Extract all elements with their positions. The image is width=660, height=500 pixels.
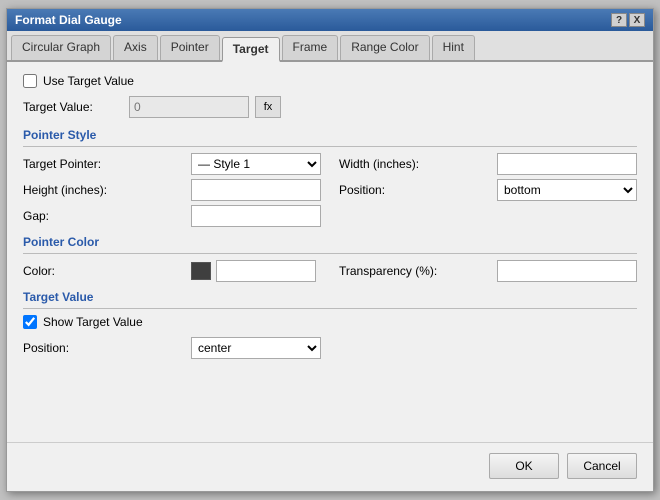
pointer-style-form: Target Pointer: — Style 1 — Style 2 — St… [23, 153, 637, 175]
target-value-input[interactable] [129, 96, 249, 118]
width-label: Width (inches): [339, 157, 489, 171]
pointer-color-separator [23, 253, 637, 254]
height-label: Height (inches): [23, 183, 183, 197]
cancel-button[interactable]: Cancel [567, 453, 637, 479]
gap-label: Gap: [23, 209, 183, 223]
height-input[interactable]: 0 [191, 179, 321, 201]
help-button[interactable]: ? [611, 13, 627, 27]
height-position-form: Height (inches): 0 Position: bottom top … [23, 179, 637, 201]
target-value-label: Target Value: [23, 100, 123, 114]
use-target-label: Use Target Value [43, 74, 134, 88]
color-label: Color: [23, 264, 183, 278]
position-select[interactable]: bottom top left right [497, 179, 637, 201]
target-pointer-label: Target Pointer: [23, 157, 183, 171]
color-input[interactable]: #3f3f3f [216, 260, 316, 282]
color-row: #3f3f3f [191, 260, 331, 282]
target-pointer-select-wrapper: — Style 1 — Style 2 — Style 3 [191, 153, 331, 175]
ok-button[interactable]: OK [489, 453, 559, 479]
position-label: Position: [339, 183, 489, 197]
show-target-label: Show Target Value [43, 315, 143, 329]
transparency-label: Transparency (%): [339, 264, 489, 278]
position2-select-wrapper: center top bottom left right [191, 337, 637, 359]
tab-frame[interactable]: Frame [282, 35, 339, 60]
title-bar: Format Dial Gauge ? X [7, 9, 653, 31]
pointer-style-separator [23, 146, 637, 147]
tab-hint[interactable]: Hint [432, 35, 475, 60]
pointer-style-section-label: Pointer Style [23, 128, 637, 142]
show-target-checkbox[interactable] [23, 315, 37, 329]
tab-circular-graph[interactable]: Circular Graph [11, 35, 111, 60]
position2-form: Position: center top bottom left right [23, 337, 637, 359]
width-input[interactable]: 0 [497, 153, 637, 175]
target-value-separator [23, 308, 637, 309]
close-button[interactable]: X [629, 13, 645, 27]
dialog: Format Dial Gauge ? X Circular Graph Axi… [6, 8, 654, 492]
tab-target[interactable]: Target [222, 37, 280, 62]
gap-input[interactable]: 0 [191, 205, 321, 227]
color-swatch[interactable] [191, 262, 211, 280]
use-target-row: Use Target Value [23, 74, 637, 88]
pointer-color-section-label: Pointer Color [23, 235, 637, 249]
tab-range-color[interactable]: Range Color [340, 35, 429, 60]
position2-select[interactable]: center top bottom left right [191, 337, 321, 359]
fx-button[interactable]: fx [255, 96, 281, 118]
position2-label: Position: [23, 341, 183, 355]
tab-content: Use Target Value Target Value: fx Pointe… [7, 62, 653, 442]
buttons-row: OK Cancel [7, 442, 653, 491]
use-target-checkbox[interactable] [23, 74, 37, 88]
target-value-row: Target Value: fx [23, 96, 637, 118]
tab-bar: Circular Graph Axis Pointer Target Frame… [7, 31, 653, 62]
tab-axis[interactable]: Axis [113, 35, 158, 60]
transparency-input[interactable]: 0 [497, 260, 637, 282]
title-bar-buttons: ? X [611, 13, 645, 27]
dialog-title: Format Dial Gauge [15, 13, 122, 27]
color-form: Color: #3f3f3f Transparency (%): 0 [23, 260, 637, 282]
tab-pointer[interactable]: Pointer [160, 35, 220, 60]
gap-form: Gap: 0 [23, 205, 637, 227]
show-target-row: Show Target Value [23, 315, 637, 329]
target-pointer-select[interactable]: — Style 1 — Style 2 — Style 3 [191, 153, 321, 175]
target-value-section-label: Target Value [23, 290, 637, 304]
